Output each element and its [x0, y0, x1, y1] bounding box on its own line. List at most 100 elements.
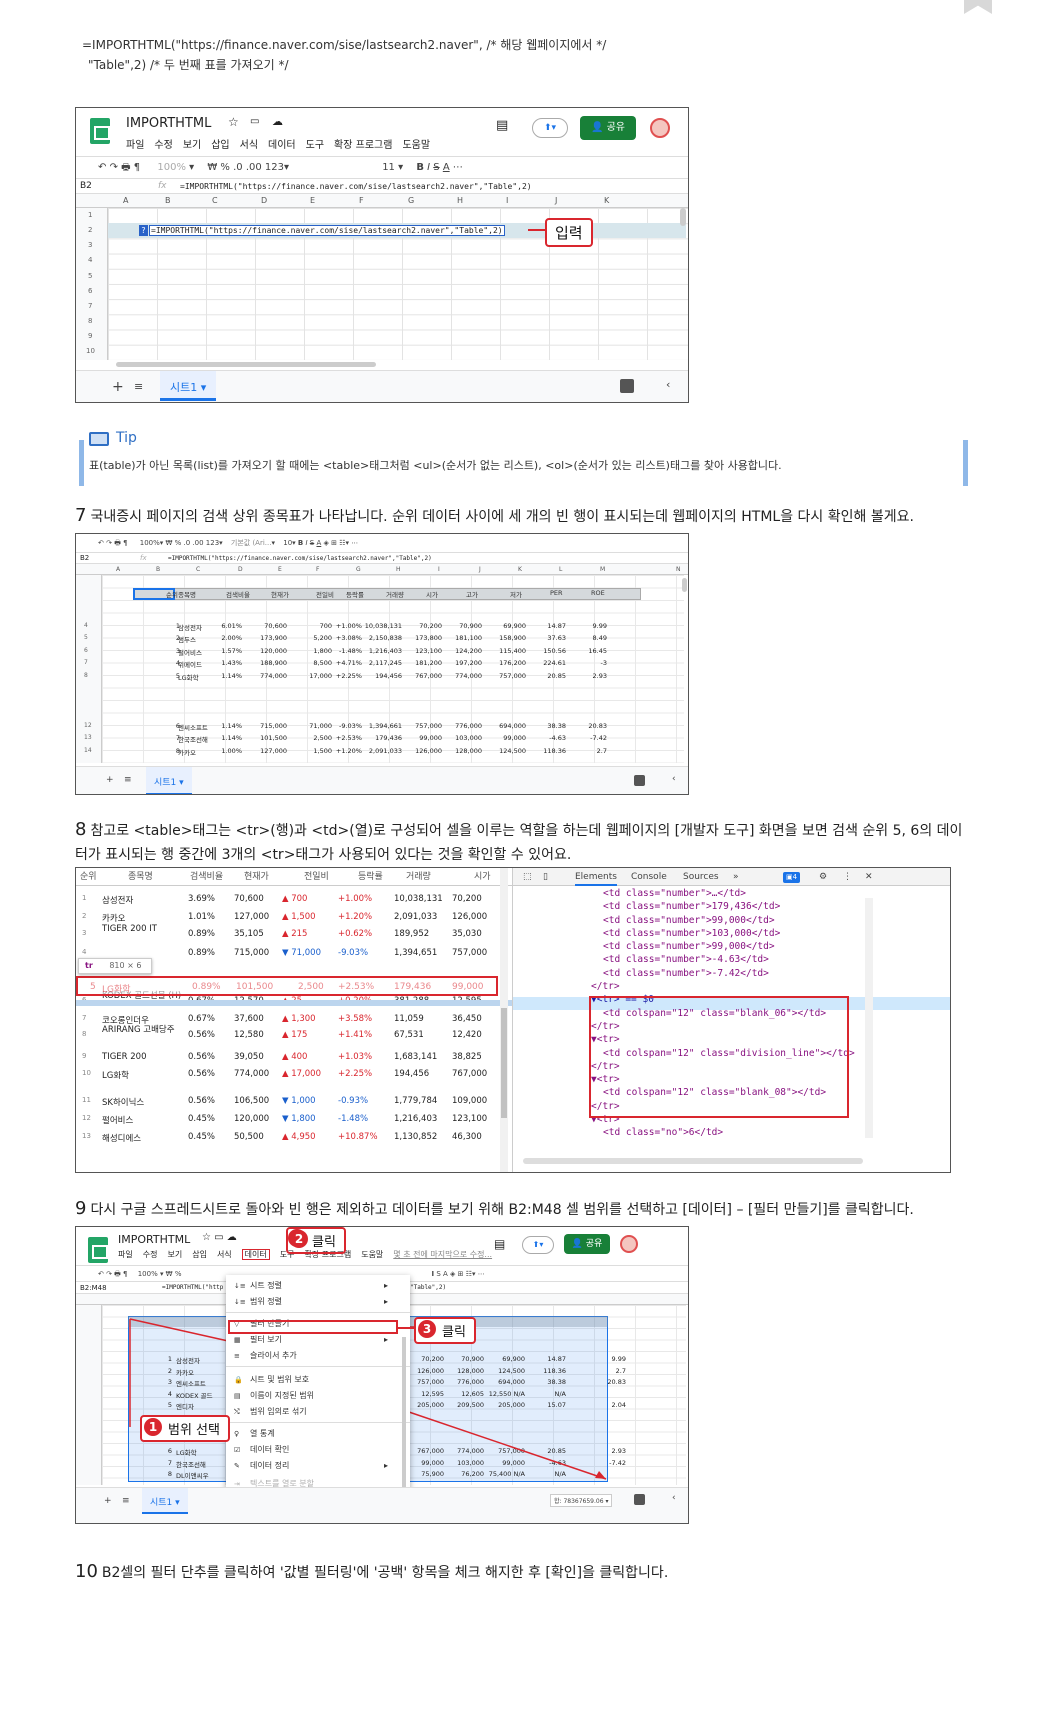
dom-node[interactable]: <td class="number">…</td> — [591, 887, 950, 900]
add-sheet-icon[interactable]: + — [104, 1496, 112, 1506]
col-d[interactable]: D — [238, 566, 243, 573]
sheet-cell[interactable]: 188,900 — [260, 659, 287, 667]
col-c[interactable]: C — [196, 566, 200, 573]
col-f[interactable]: F — [316, 566, 319, 573]
col-a[interactable]: A — [123, 196, 128, 205]
col-g[interactable]: G — [356, 566, 361, 573]
sheet-cell[interactable]: 173,800 — [415, 634, 442, 642]
sheet-cell[interactable]: 14.87 — [547, 622, 566, 630]
sheet-cell[interactable]: 카카오 — [178, 747, 196, 757]
web-table-cell[interactable]: SK하이닉스 — [102, 1096, 144, 1108]
col-k[interactable]: K — [604, 196, 609, 205]
row-number[interactable]: 14 — [84, 747, 92, 754]
cloud-icon[interactable]: ☁ — [272, 115, 283, 128]
menu-item[interactable]: ☑ 데이터 확인 — [226, 1443, 410, 1457]
sheet-cell[interactable]: 194,456 — [375, 672, 402, 680]
menu-item[interactable]: 🔒 시트 및 범위 보호 — [226, 1373, 410, 1387]
sheet-cell[interactable]: 181,200 — [415, 659, 442, 667]
sheet-cell[interactable]: 엔씨소프트 — [178, 722, 208, 732]
formula-input[interactable]: =IMPORTHTML("https://finance.naver.com/s… — [180, 179, 532, 194]
sheet-cell[interactable]: 126,000 — [415, 747, 442, 755]
col-h[interactable]: H — [457, 196, 463, 205]
web-table-cell[interactable]: LG화학 — [102, 1069, 129, 1081]
web-table-cell[interactable]: ARIRANG 고배당주 — [102, 1026, 184, 1035]
collapse-icon[interactable]: ‹ — [672, 774, 676, 784]
italic-icon[interactable]: I — [427, 162, 430, 173]
col-b[interactable]: B — [156, 566, 160, 573]
sheet-cell[interactable]: 115,400 — [499, 647, 526, 655]
col-i[interactable]: I — [506, 196, 508, 205]
sum-display[interactable]: 합: 78367659.06 ▾ — [550, 1494, 613, 1507]
sheet-cell[interactable]: -4.63 — [549, 734, 566, 742]
menu-help[interactable]: 도움말 — [402, 140, 430, 151]
row-8[interactable]: 8 — [88, 317, 92, 325]
web-table-cell[interactable]: TIGER 200 — [102, 1052, 147, 1062]
row-number[interactable]: 5 — [84, 634, 88, 641]
sheet-cell[interactable]: +3.08% — [336, 634, 362, 642]
menu-item[interactable]: ≡ 슬라이서 추가 — [226, 1349, 410, 1363]
print-icon[interactable]: 🖶 — [121, 162, 130, 173]
hscroll-thumb[interactable] — [116, 362, 376, 367]
currency-icon[interactable]: ₩ — [207, 162, 217, 173]
dom-node[interactable]: <td class="no">6</td> — [591, 1126, 950, 1139]
col-a[interactable]: A — [116, 566, 120, 573]
col-h[interactable]: H — [396, 566, 401, 573]
sheet-cell[interactable]: 715,000 — [260, 722, 287, 730]
explore-icon[interactable] — [634, 1494, 645, 1505]
dom-node[interactable]: <td class="number">99,000</td> — [591, 940, 950, 953]
sheet-cell[interactable]: 776,000 — [455, 722, 482, 730]
menu-insert[interactable]: 삽입 — [211, 140, 229, 151]
row-number[interactable]: 7 — [84, 659, 88, 666]
col-e[interactable]: E — [310, 196, 315, 205]
sheet-cell[interactable]: 2.00% — [221, 634, 242, 642]
dropdown-scrollbar[interactable] — [402, 1337, 406, 1487]
dom-scrollbar[interactable] — [865, 898, 873, 1138]
sheet-cell[interactable]: 1.14% — [221, 734, 242, 742]
row-number[interactable]: 12 — [84, 722, 92, 729]
col-j[interactable]: J — [555, 196, 557, 205]
font-size-select[interactable]: 10 — [283, 539, 292, 547]
row-number[interactable]: 4 — [84, 622, 88, 629]
font-size-select[interactable]: 11 — [382, 162, 395, 173]
bold-icon[interactable]: B — [416, 162, 424, 173]
col-c[interactable]: C — [212, 196, 218, 205]
sheet-cell[interactable]: 38.38 — [547, 722, 566, 730]
menu-data[interactable]: 데이터 — [268, 140, 296, 151]
sheet-cell[interactable]: 17,000 — [309, 672, 332, 680]
sheet-cell[interactable]: 197,200 — [455, 659, 482, 667]
col-i[interactable]: I — [438, 566, 440, 573]
sheet-cell[interactable]: 757,000 — [415, 722, 442, 730]
menu-item[interactable]: ▦ 필터 보기 ▸ — [226, 1333, 410, 1347]
menu-item[interactable]: ↓≡ 범위 정렬 ▸ — [226, 1295, 410, 1309]
sheet-cell[interactable]: 8,500 — [313, 659, 332, 667]
web-table-cell[interactable]: 펄어비스 — [102, 1114, 133, 1126]
col-g[interactable]: G — [408, 196, 414, 205]
sheet-cell[interactable]: 69,900 — [503, 622, 526, 630]
col-d[interactable]: D — [261, 196, 267, 205]
menu-extensions[interactable]: 확장 프로그램 — [334, 140, 392, 151]
formula-input[interactable]: =IMPORTHTML("https://finance.naver.com/s… — [168, 553, 432, 564]
strike-icon[interactable]: S — [433, 162, 439, 173]
sheet-tab[interactable]: 시트1 ▾ — [142, 1488, 188, 1514]
sheet-cell[interactable]: 8.49 — [593, 634, 607, 642]
sheet-cell[interactable]: 176,200 — [499, 659, 526, 667]
row-1[interactable]: 1 — [88, 211, 92, 219]
page-scroll-thumb[interactable] — [501, 1008, 507, 1118]
col-e[interactable]: E — [278, 566, 282, 573]
sheet-cell[interactable]: 118.36 — [543, 747, 566, 755]
add-sheet-icon[interactable]: + — [106, 775, 114, 785]
row-10[interactable]: 10 — [86, 347, 95, 355]
redo-icon[interactable]: ↷ — [106, 539, 112, 547]
sheet-cell[interactable]: 16.45 — [588, 647, 607, 655]
menu-item[interactable]: ▤ 이름이 지정된 범위 — [226, 1389, 410, 1403]
doc-title[interactable]: IMPORTHTML — [126, 116, 211, 131]
sheet-cell[interactable]: 펄어비스 — [178, 647, 202, 657]
settings-gear-icon[interactable]: ⚙ — [819, 868, 827, 886]
row-5[interactable]: 5 — [88, 272, 92, 280]
sheet-tab[interactable]: 시트1 ▾ — [160, 371, 217, 401]
sheet-cell[interactable]: 10,038,131 — [365, 622, 402, 630]
row-7[interactable]: 7 — [88, 302, 92, 310]
share-button[interactable]: 👤 공유 — [580, 116, 636, 140]
sheet-cell[interactable]: 1.14% — [221, 672, 242, 680]
sheet-cell[interactable]: +2.25% — [336, 672, 362, 680]
